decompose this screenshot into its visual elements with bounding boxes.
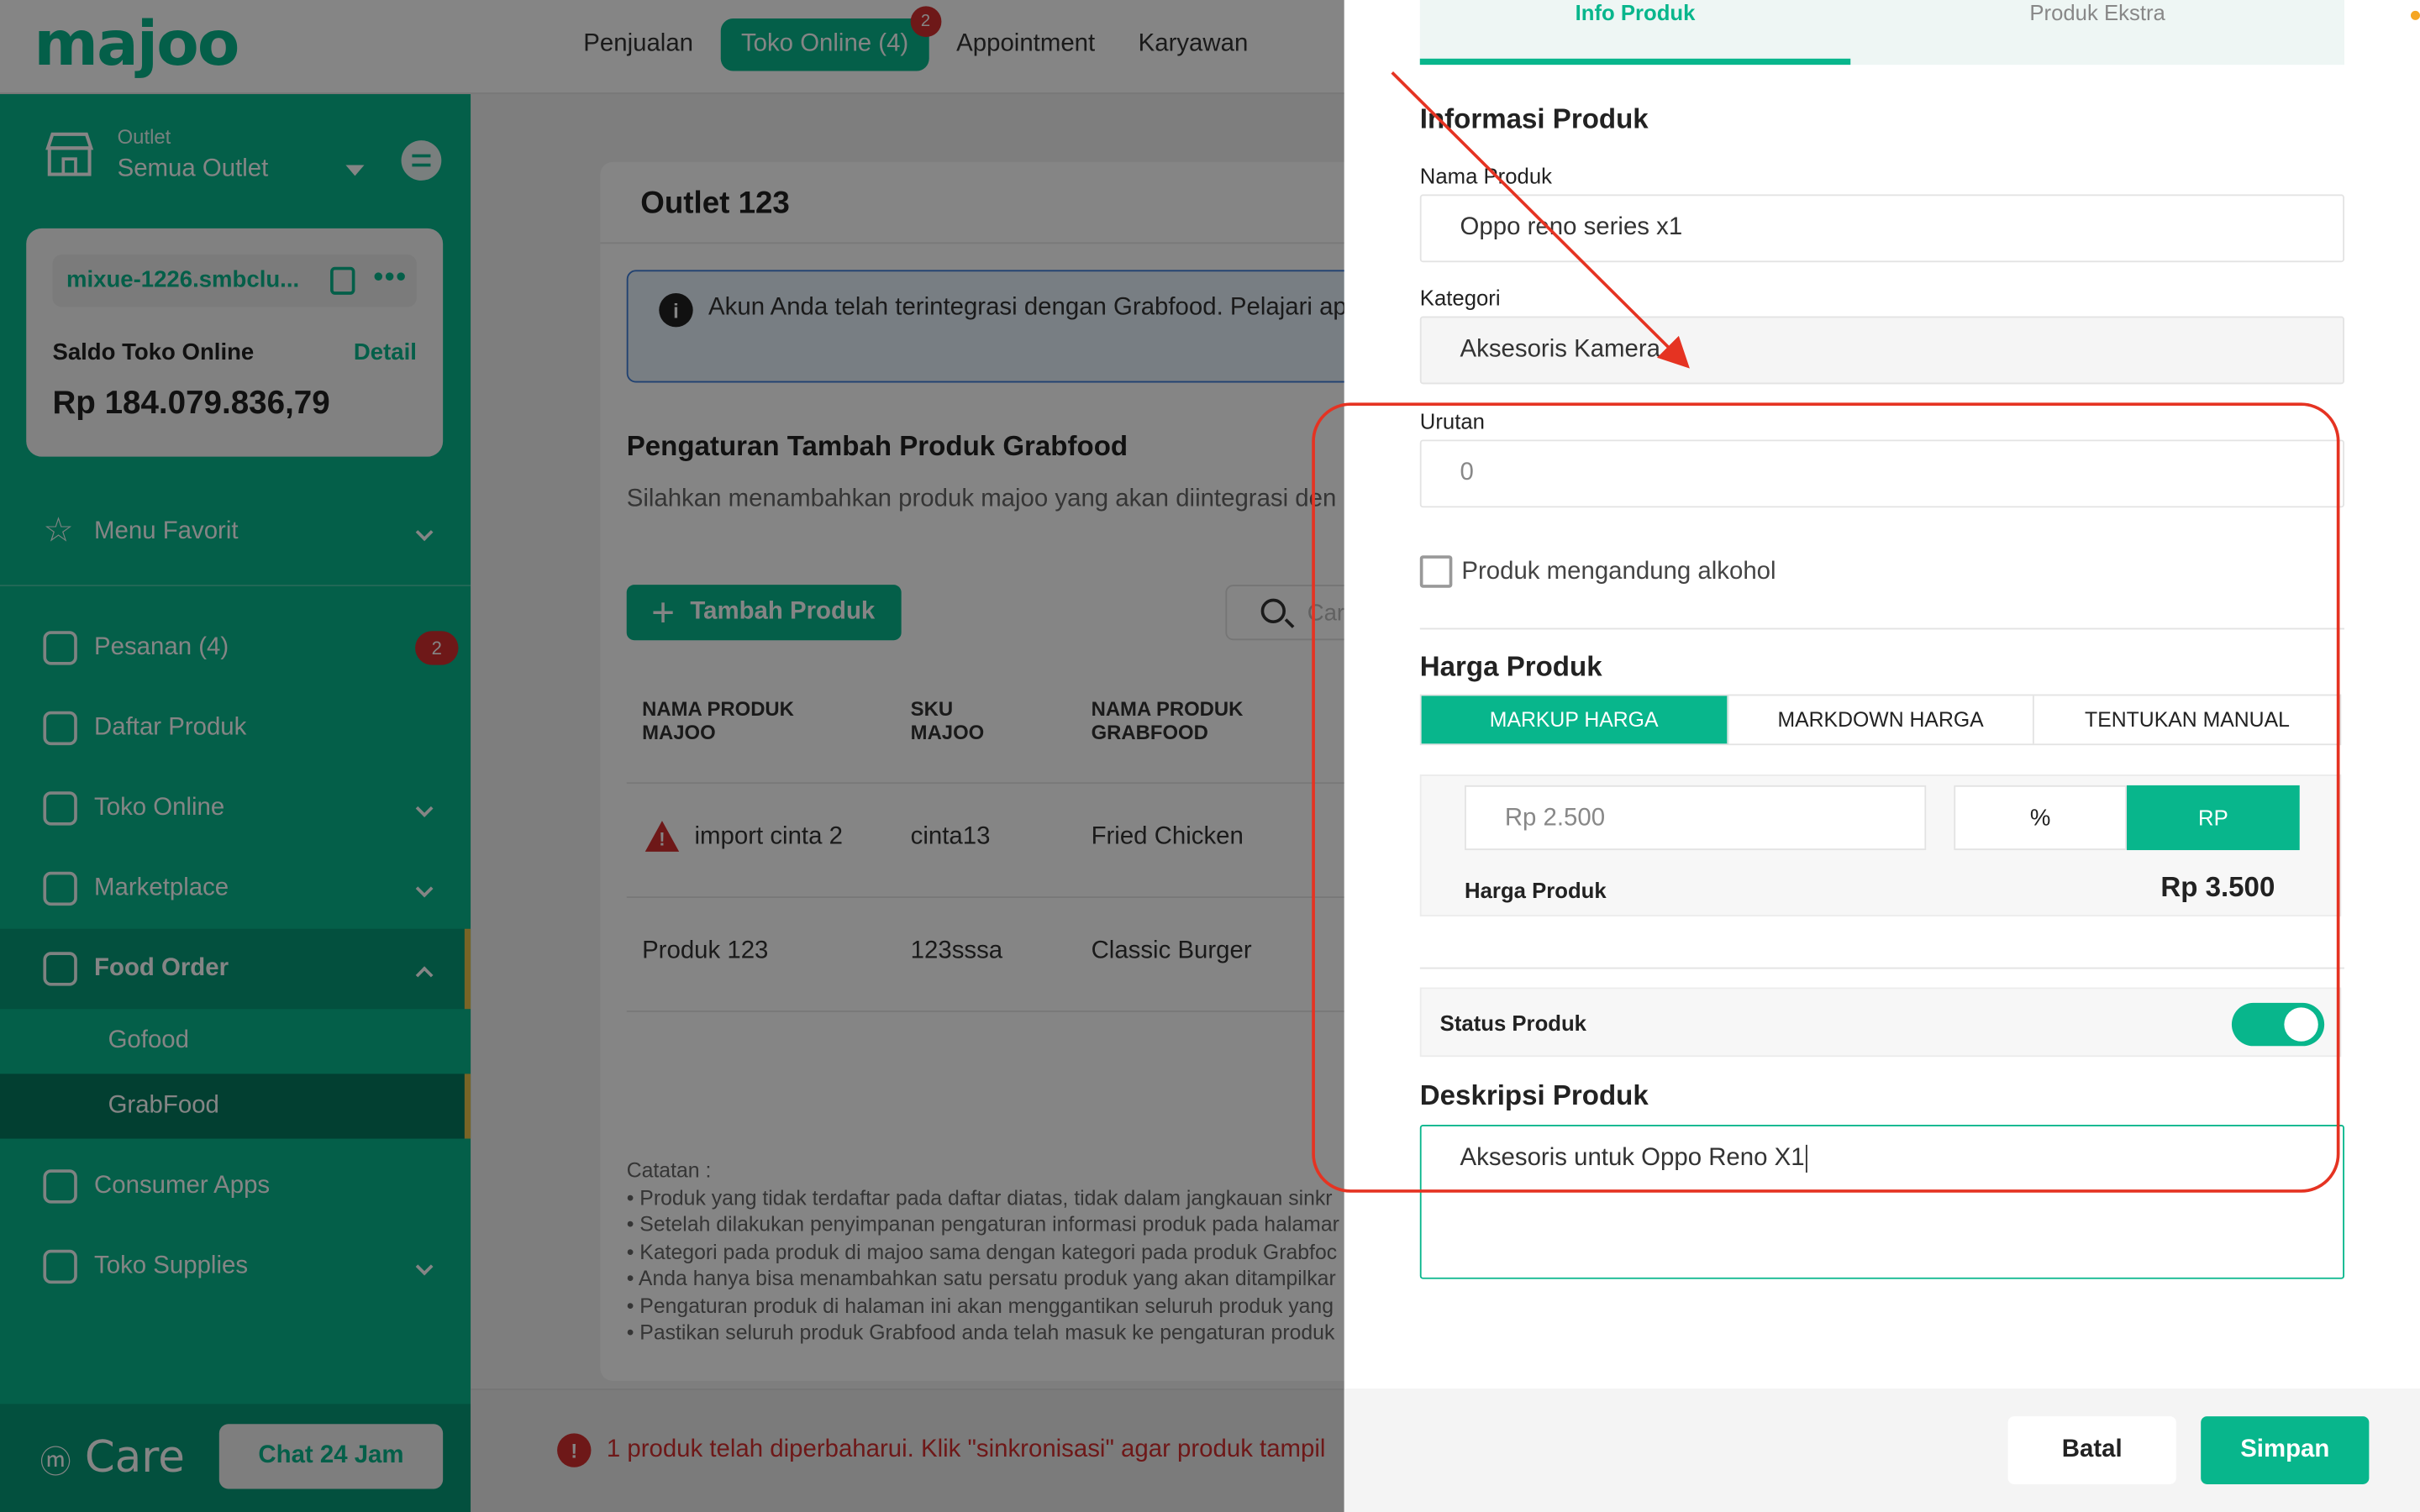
tab-produk-ekstra[interactable]: Produk Ekstra [1850, 0, 2344, 65]
modal-backdrop[interactable] [0, 0, 1344, 1512]
nama-produk-field[interactable]: Oppo reno series x1 [1419, 194, 2345, 263]
markdown-harga-option[interactable]: MARKDOWN HARGA [1728, 696, 2035, 744]
status-toggle[interactable] [2231, 1002, 2325, 1047]
alkohol-checkbox-row[interactable]: Produk mengandung alkohol [1419, 555, 1776, 588]
harga-produk-value: Rp 3.500 [2160, 871, 2275, 903]
markup-harga-option[interactable]: MARKUP HARGA [1421, 696, 1728, 744]
kategori-label: Kategori [1419, 285, 1501, 311]
urutan-label: Urutan [1419, 408, 1485, 434]
nama-produk-label: Nama Produk [1419, 163, 1553, 189]
app-root: majoo Penjualan Toko Online (4) 2 Appoin… [0, 0, 2420, 1512]
batal-button[interactable]: Batal [2007, 1416, 2176, 1484]
tab-info-produk[interactable]: Info Produk [1419, 0, 1851, 66]
drawer-title: Informasi Produk [1419, 103, 1649, 134]
simpan-button[interactable]: Simpan [2201, 1416, 2370, 1484]
price-mode-selector: MARKUP HARGA MARKDOWN HARGA TENTUKAN MAN… [1419, 694, 2342, 746]
drawer-footer: Batal Simpan [1344, 1389, 2420, 1512]
divider [1419, 967, 2345, 969]
deskripsi-text: Aksesoris untuk Oppo Reno X1 [1460, 1145, 1805, 1172]
status-produk-label: Status Produk [1439, 1011, 1586, 1036]
alkohol-checkbox[interactable] [1419, 555, 1453, 588]
status-produk-row: Status Produk [1419, 987, 2342, 1058]
tentukan-manual-option[interactable]: TENTUKAN MANUAL [2034, 696, 2339, 743]
markup-value-field[interactable]: Rp 2.500 [1465, 785, 1927, 851]
kategori-field[interactable]: Aksesoris Kamera [1419, 316, 2345, 385]
deskripsi-textarea[interactable]: Aksesoris untuk Oppo Reno X1 [1419, 1124, 2345, 1279]
notification-dot [2410, 10, 2420, 20]
drawer-tabs: Info Produk Produk Ekstra [1419, 0, 2345, 66]
alkohol-label: Produk mengandung alkohol [1461, 557, 1776, 585]
unit-percent-button[interactable]: % [1954, 785, 2128, 851]
harga-produk-label: Harga Produk [1465, 878, 1607, 903]
text-caret [1806, 1144, 1808, 1173]
product-drawer: Info Produk Produk Ekstra Informasi Prod… [1344, 0, 2420, 1512]
price-box: Rp 2.500 % RP Harga Produk Rp 3.500 [1419, 774, 2342, 917]
unit-rp-button[interactable]: RP [2127, 785, 2300, 851]
urutan-field[interactable]: 0 [1419, 439, 2345, 508]
harga-produk-title: Harga Produk [1419, 651, 1602, 682]
deskripsi-produk-title: Deskripsi Produk [1419, 1079, 1649, 1111]
divider [1419, 627, 2345, 630]
